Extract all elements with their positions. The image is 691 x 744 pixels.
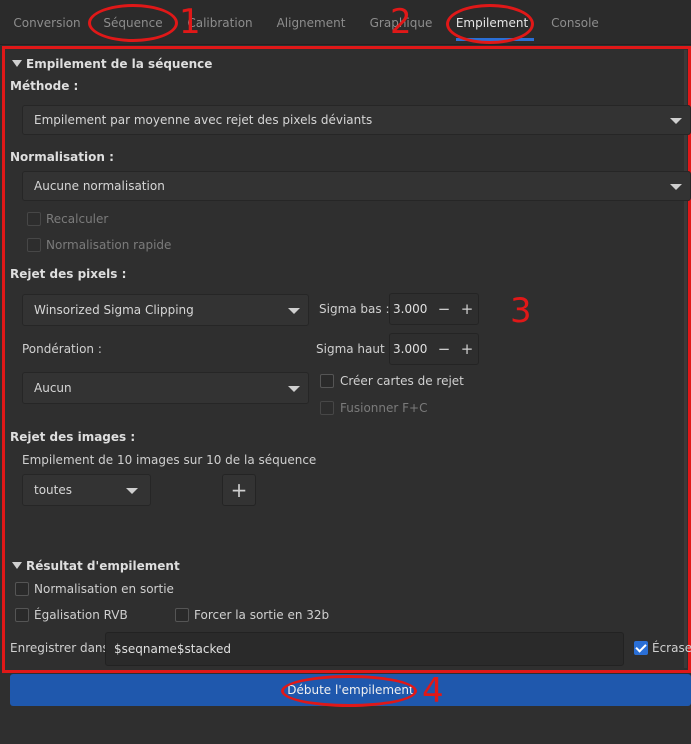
annotation-number-4: 4 (422, 671, 444, 711)
sigma-high-spin[interactable]: 3.000 − + (389, 333, 479, 365)
annotation-number-2: 2 (390, 2, 412, 42)
normalisation-combo-value: Aucune normalisation (34, 179, 165, 193)
section-stacking-title: Empilement de la séquence (26, 57, 213, 71)
collapse-arrow-icon (12, 60, 22, 67)
minus-icon[interactable]: − (433, 294, 455, 324)
tab-alignement[interactable]: Alignement (272, 12, 350, 34)
method-combo[interactable]: Empilement par moyenne avec rejet des pi… (22, 105, 691, 135)
annotation-ellipse-empilement (446, 4, 534, 44)
chevron-down-icon (126, 488, 138, 494)
method-combo-value: Empilement par moyenne avec rejet des pi… (34, 113, 373, 127)
minus-icon[interactable]: − (433, 334, 455, 364)
tab-console[interactable]: Console (544, 12, 606, 34)
save-in-label: Enregistrer dans : (10, 641, 117, 655)
merge-fc-checkbox[interactable] (320, 401, 334, 415)
fast-normalisation-checkbox[interactable] (27, 238, 41, 252)
section-result-header[interactable]: Résultat d'empilement (12, 559, 180, 573)
plus-icon[interactable]: + (456, 334, 478, 364)
chevron-down-icon (288, 386, 300, 392)
output-normalisation-checkbox[interactable] (15, 582, 29, 596)
image-rejection-combo[interactable]: toutes (22, 474, 151, 506)
output-filename-value[interactable]: $seqname$stacked (114, 633, 231, 665)
plus-icon[interactable]: + (456, 294, 478, 324)
rgb-equalisation-checkbox[interactable] (15, 608, 29, 622)
section-stacking-header[interactable]: Empilement de la séquence (12, 57, 212, 71)
sigma-high-value[interactable]: 3.000 (393, 334, 427, 364)
annotation-ellipse-start (281, 675, 417, 707)
rejection-method-combo[interactable]: Winsorized Sigma Clipping (22, 294, 309, 326)
weighting-combo[interactable]: Aucun (22, 372, 309, 404)
force-32b-label: Forcer la sortie en 32b (194, 608, 330, 622)
sigma-low-value[interactable]: 3.000 (393, 294, 427, 324)
annotation-box-stacking-panel (2, 46, 691, 673)
sigma-high-label: Sigma haut : (316, 342, 393, 356)
image-rejection-value: toutes (34, 483, 72, 497)
normalisation-label: Normalisation : (10, 150, 114, 164)
force-32b-checkbox[interactable] (175, 608, 189, 622)
rejection-maps-checkbox[interactable] (320, 374, 334, 388)
collapse-arrow-icon (12, 562, 22, 569)
merge-fc-label: Fusionner F+C (340, 401, 428, 415)
section-result-title: Résultat d'empilement (26, 559, 180, 573)
overwrite-checkbox[interactable] (634, 641, 648, 655)
rejection-method-value: Winsorized Sigma Clipping (34, 303, 194, 317)
method-label: Méthode : (10, 79, 79, 93)
chevron-down-icon (670, 118, 682, 124)
rejection-maps-label: Créer cartes de rejet (340, 374, 464, 388)
pixel-rejection-label: Rejet des pixels : (10, 267, 127, 281)
normalisation-combo[interactable]: Aucune normalisation (22, 171, 691, 201)
chevron-down-icon (288, 308, 300, 314)
annotation-ellipse-sequence (88, 4, 178, 42)
fast-normalisation-label: Normalisation rapide (46, 238, 172, 252)
recalculer-checkbox[interactable] (27, 212, 41, 226)
annotation-number-3: 3 (510, 291, 532, 331)
sigma-low-label: Sigma bas : (319, 302, 390, 316)
annotation-number-1: 1 (179, 2, 201, 42)
overwrite-label: Écraser (652, 641, 691, 655)
output-filename-input[interactable]: $seqname$stacked (105, 632, 624, 666)
weighting-label: Pondération : (22, 342, 102, 356)
tab-conversion[interactable]: Conversion (8, 12, 86, 34)
scrollbar[interactable] (684, 50, 687, 668)
plus-icon: + (230, 478, 248, 502)
image-rejection-label: Rejet des images : (10, 430, 136, 444)
rgb-equalisation-label: Égalisation RVB (34, 608, 128, 622)
sigma-low-spin[interactable]: 3.000 − + (389, 293, 479, 325)
weighting-combo-value: Aucun (34, 381, 72, 395)
add-image-filter-button[interactable]: + (222, 474, 256, 506)
image-rejection-info: Empilement de 10 images sur 10 de la séq… (22, 453, 317, 467)
chevron-down-icon (670, 184, 682, 190)
output-normalisation-label: Normalisation en sortie (34, 582, 174, 596)
recalculer-label: Recalculer (46, 212, 109, 226)
